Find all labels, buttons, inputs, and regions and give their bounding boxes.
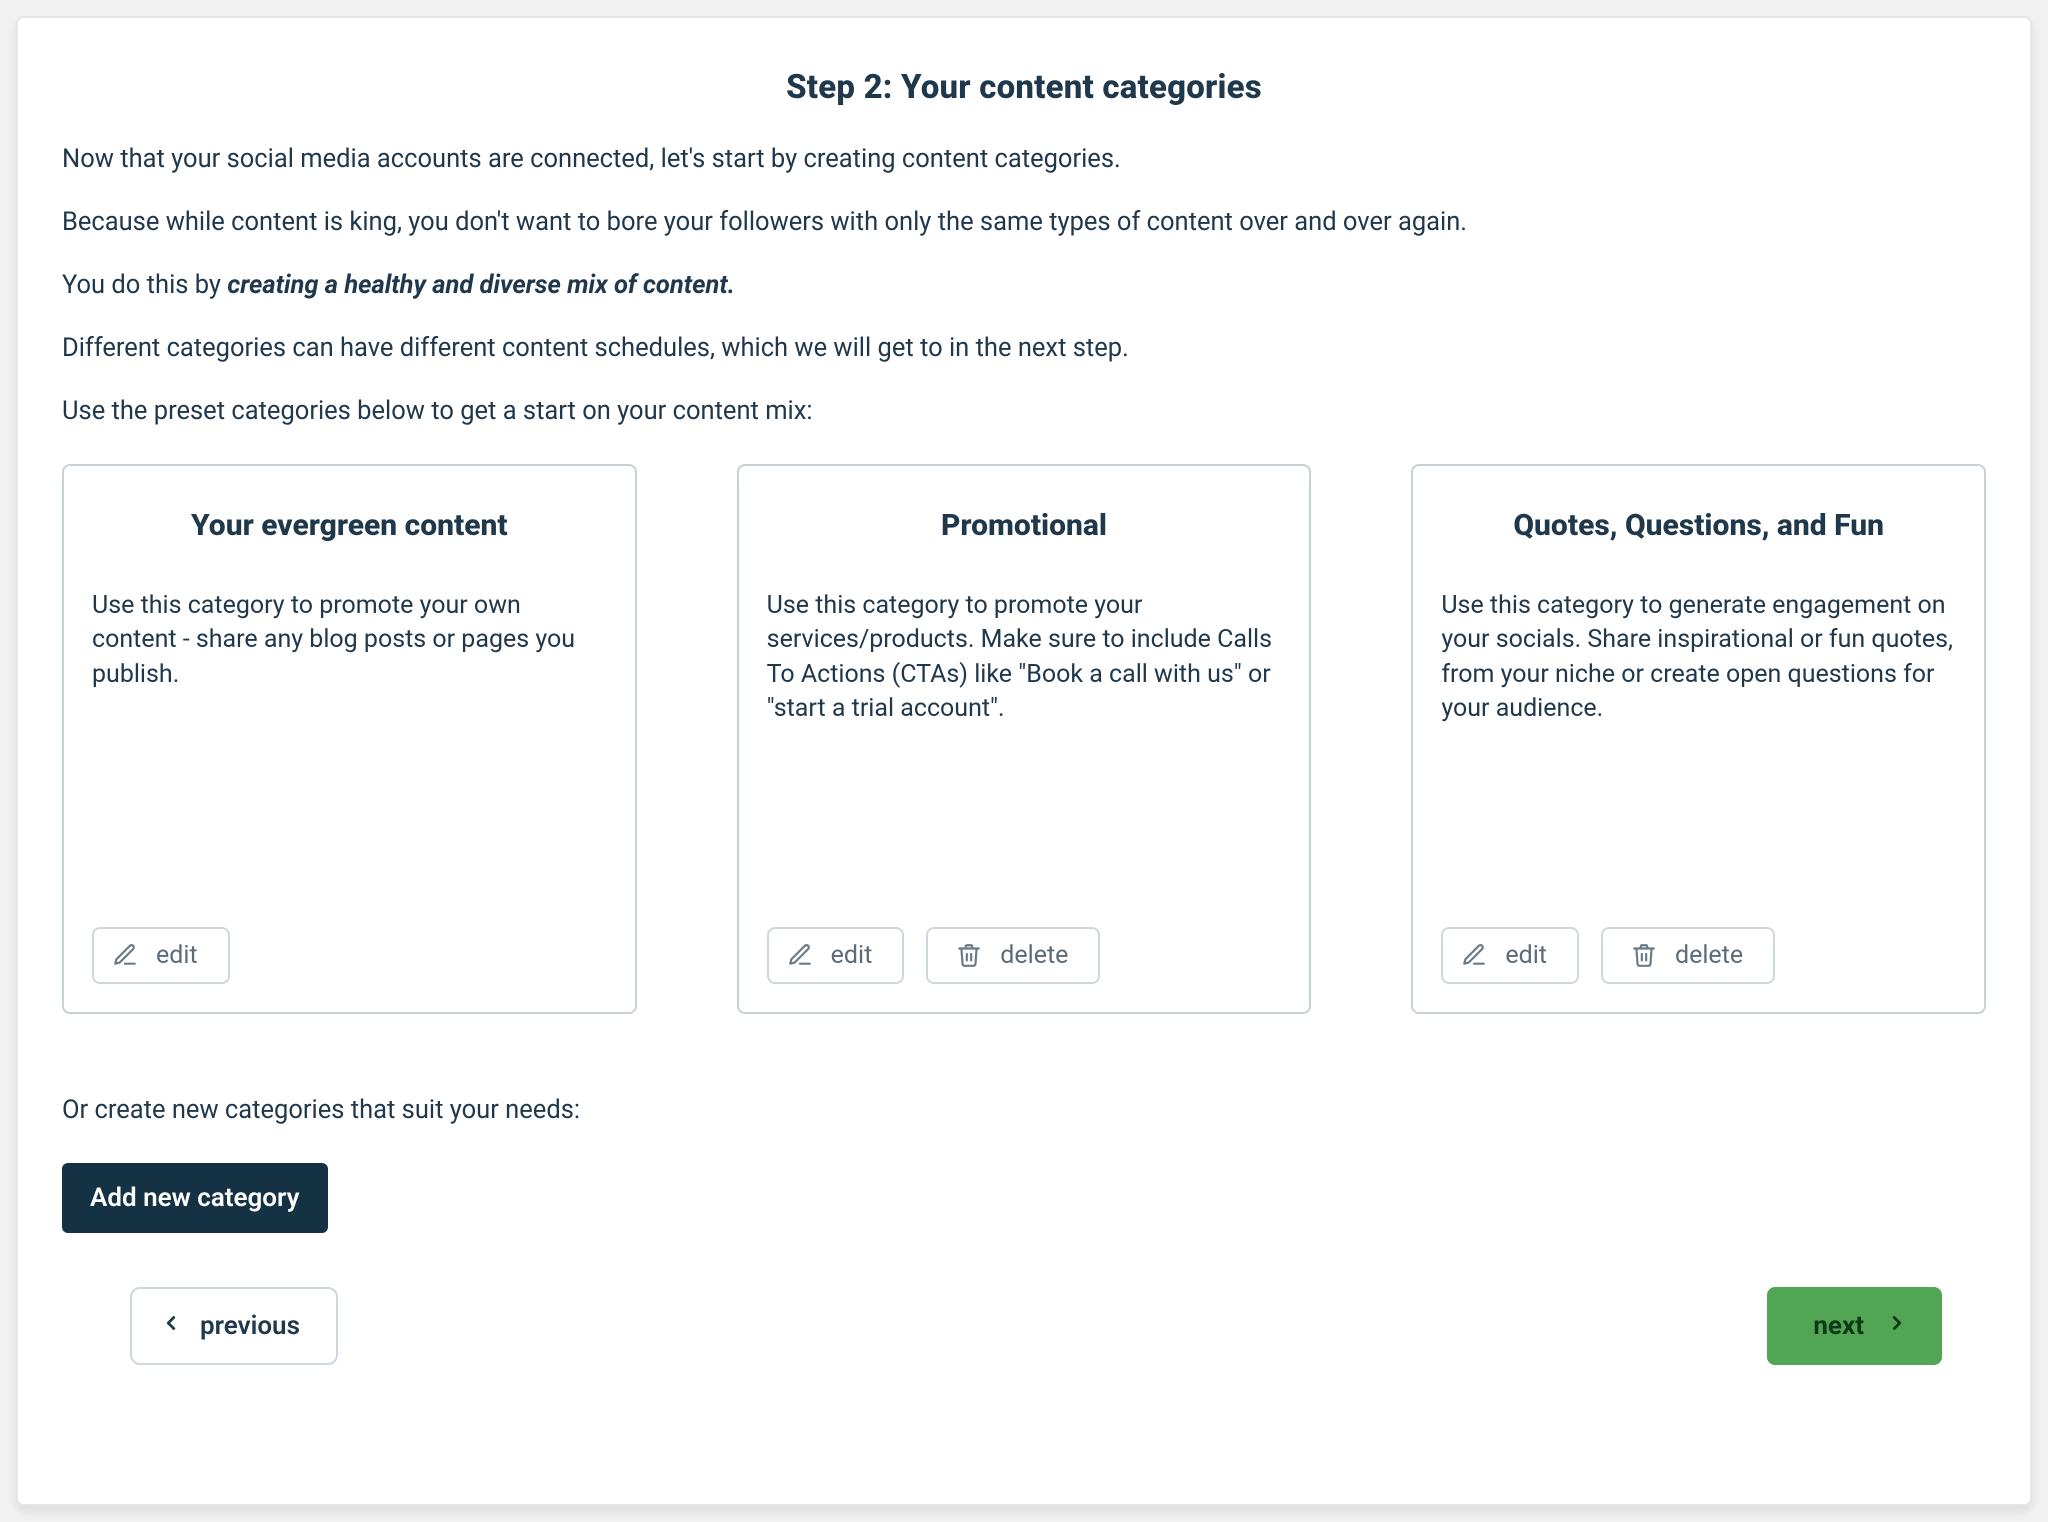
next-label: next — [1813, 1311, 1864, 1341]
category-cards: Your evergreen content Use this category… — [62, 464, 1986, 1014]
chevron-right-icon — [1886, 1311, 1908, 1341]
category-title: Your evergreen content — [92, 508, 607, 543]
edit-label: edit — [1505, 941, 1547, 970]
category-card-evergreen: Your evergreen content Use this category… — [62, 464, 637, 1014]
intro-paragraph-5: Use the preset categories below to get a… — [62, 393, 1986, 430]
delete-label: delete — [1000, 941, 1068, 970]
delete-label: delete — [1675, 941, 1743, 970]
page-title: Step 2: Your content categories — [62, 68, 1986, 107]
wizard-nav: previous next — [62, 1287, 1986, 1365]
intro-paragraph-3-lead: You do this by — [62, 270, 227, 300]
category-description: Use this category to promote your servic… — [767, 589, 1282, 727]
trash-icon — [1631, 942, 1657, 968]
category-actions: edit delete — [1441, 927, 1956, 984]
pencil-icon — [1461, 942, 1487, 968]
chevron-left-icon — [160, 1311, 182, 1341]
category-actions: edit — [92, 927, 607, 984]
intro-paragraph-2: Because while content is king, you don't… — [62, 204, 1986, 241]
delete-category-button[interactable]: delete — [1601, 927, 1775, 984]
edit-label: edit — [156, 941, 198, 970]
previous-button[interactable]: previous — [130, 1287, 338, 1365]
intro-paragraph-3: You do this by creating a healthy and di… — [62, 267, 1986, 304]
pencil-icon — [112, 942, 138, 968]
delete-category-button[interactable]: delete — [926, 927, 1100, 984]
pencil-icon — [787, 942, 813, 968]
category-card-promotional: Promotional Use this category to promote… — [737, 464, 1312, 1014]
intro-paragraph-3-emph: creating a healthy and diverse mix of co… — [227, 270, 735, 300]
intro-paragraph-4: Different categories can have different … — [62, 330, 1986, 367]
edit-label: edit — [831, 941, 873, 970]
add-category-button[interactable]: Add new category — [62, 1163, 328, 1233]
edit-category-button[interactable]: edit — [1441, 927, 1579, 984]
next-button[interactable]: next — [1767, 1287, 1942, 1365]
category-actions: edit delete — [767, 927, 1282, 984]
edit-category-button[interactable]: edit — [767, 927, 905, 984]
edit-category-button[interactable]: edit — [92, 927, 230, 984]
create-category-hint: Or create new categories that suit your … — [62, 1092, 1986, 1129]
intro-paragraph-1: Now that your social media accounts are … — [62, 141, 1986, 178]
previous-label: previous — [200, 1311, 300, 1341]
trash-icon — [956, 942, 982, 968]
category-title: Quotes, Questions, and Fun — [1441, 508, 1956, 543]
category-card-quotes: Quotes, Questions, and Fun Use this cate… — [1411, 464, 1986, 1014]
category-title: Promotional — [767, 508, 1282, 543]
onboarding-step-panel: Step 2: Your content categories Now that… — [16, 16, 2032, 1506]
category-description: Use this category to generate engagement… — [1441, 589, 1956, 727]
category-description: Use this category to promote your own co… — [92, 589, 607, 693]
